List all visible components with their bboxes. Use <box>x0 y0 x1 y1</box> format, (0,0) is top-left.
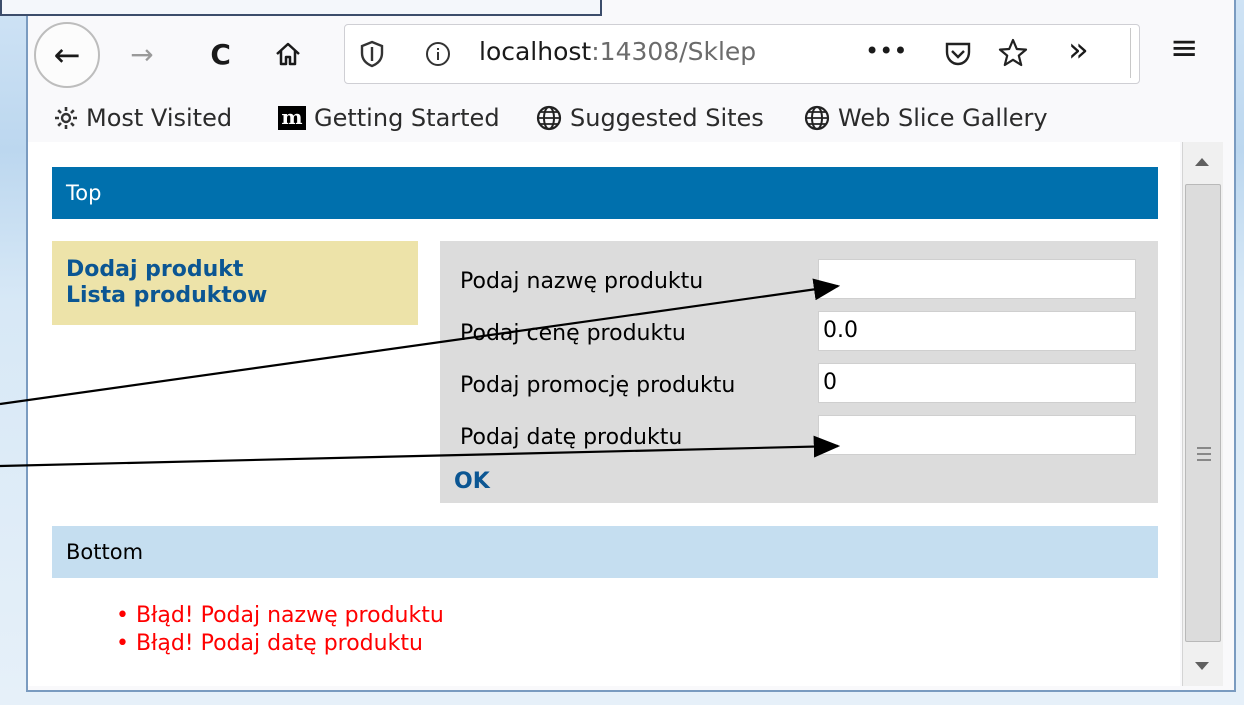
home-button[interactable] <box>268 34 308 74</box>
error-list: Błąd! Podaj nazwę produktu Błąd! Podaj d… <box>116 602 444 658</box>
menu-link-add-product[interactable]: Dodaj produkt <box>66 257 404 283</box>
form-row-promo: Podaj promocję produktu 0 <box>460 363 1140 407</box>
name-label: Podaj nazwę produktu <box>460 269 704 294</box>
date-label: Podaj datę produktu <box>460 425 683 450</box>
forward-arrow-icon: → <box>130 37 154 71</box>
bookmarks-toolbar: Most Visited m Getting Started Suggested… <box>26 100 1232 142</box>
gear-icon <box>55 107 77 129</box>
globe-icon <box>536 105 562 131</box>
promo-input[interactable]: 0 <box>818 363 1136 403</box>
price-input[interactable]: 0.0 <box>818 311 1136 351</box>
date-input[interactable] <box>818 415 1136 455</box>
hamburger-menu-icon[interactable]: ≡ <box>1170 28 1199 68</box>
forward-button[interactable]: → <box>122 34 162 74</box>
form-row-name: Podaj nazwę produktu <box>460 259 1140 303</box>
page-actions-icon[interactable]: ••• <box>865 37 907 65</box>
pocket-icon[interactable] <box>943 39 973 69</box>
back-button[interactable]: ← <box>34 22 100 88</box>
bookmark-suggested-sites[interactable]: Suggested Sites <box>536 104 764 132</box>
url-text[interactable]: localhost:14308/Sklep <box>479 37 756 66</box>
address-bar[interactable]: localhost:14308/Sklep ••• <box>344 24 1140 84</box>
shield-icon <box>360 40 384 68</box>
scroll-up-arrow-icon[interactable] <box>1195 158 1209 166</box>
bookmark-web-slice-gallery[interactable]: Web Slice Gallery <box>804 104 1048 132</box>
browser-toolbar: ← → C localhost:14308/Sklep ••• » ≡ <box>26 14 1232 100</box>
page-viewport: Top Dodaj produkt Lista produktow Podaj … <box>28 142 1180 686</box>
top-header: Top <box>52 167 1158 219</box>
url-host: localhost <box>479 37 592 66</box>
toolbar-divider <box>1130 28 1131 78</box>
price-label: Podaj cenę produktu <box>460 321 686 346</box>
promo-label: Podaj promocję produktu <box>460 373 736 398</box>
side-menu: Dodaj produkt Lista produktow <box>52 241 418 325</box>
name-input[interactable] <box>818 259 1136 299</box>
scroll-down-arrow-icon[interactable] <box>1195 662 1209 670</box>
scrollbar-thumb[interactable] <box>1185 184 1221 642</box>
m-logo-icon: m <box>278 106 306 130</box>
error-message: Błąd! Podaj datę produktu <box>116 630 444 658</box>
grip-icon <box>1197 447 1211 461</box>
overflow-menu-button[interactable]: » <box>1068 30 1089 70</box>
error-message: Błąd! Podaj nazwę produktu <box>116 602 444 630</box>
bookmark-label: Most Visited <box>86 104 233 132</box>
bottom-footer: Bottom <box>52 526 1158 578</box>
form-row-price: Podaj cenę produktu 0.0 <box>460 311 1140 355</box>
bookmark-star-icon[interactable] <box>997 37 1029 69</box>
bookmark-most-visited[interactable]: Most Visited <box>54 104 232 132</box>
product-form: Podaj nazwę produktu Podaj cenę produktu… <box>440 241 1158 503</box>
form-row-date: Podaj datę produktu <box>460 415 1140 459</box>
bookmark-getting-started[interactable]: m Getting Started <box>278 104 500 132</box>
globe-icon <box>804 105 830 131</box>
bookmark-label: Getting Started <box>314 104 500 132</box>
bookmark-label: Web Slice Gallery <box>838 104 1048 132</box>
home-icon <box>276 42 300 66</box>
back-arrow-icon: ← <box>53 36 81 74</box>
reload-button[interactable]: C <box>202 34 242 74</box>
info-icon[interactable] <box>425 41 451 67</box>
ok-button[interactable]: OK <box>454 469 490 494</box>
menu-link-product-list[interactable]: Lista produktow <box>66 283 404 309</box>
reload-icon: C <box>210 37 234 71</box>
url-path: :14308/Sklep <box>591 37 757 66</box>
vertical-scrollbar[interactable] <box>1182 142 1223 686</box>
bookmark-label: Suggested Sites <box>570 104 764 132</box>
